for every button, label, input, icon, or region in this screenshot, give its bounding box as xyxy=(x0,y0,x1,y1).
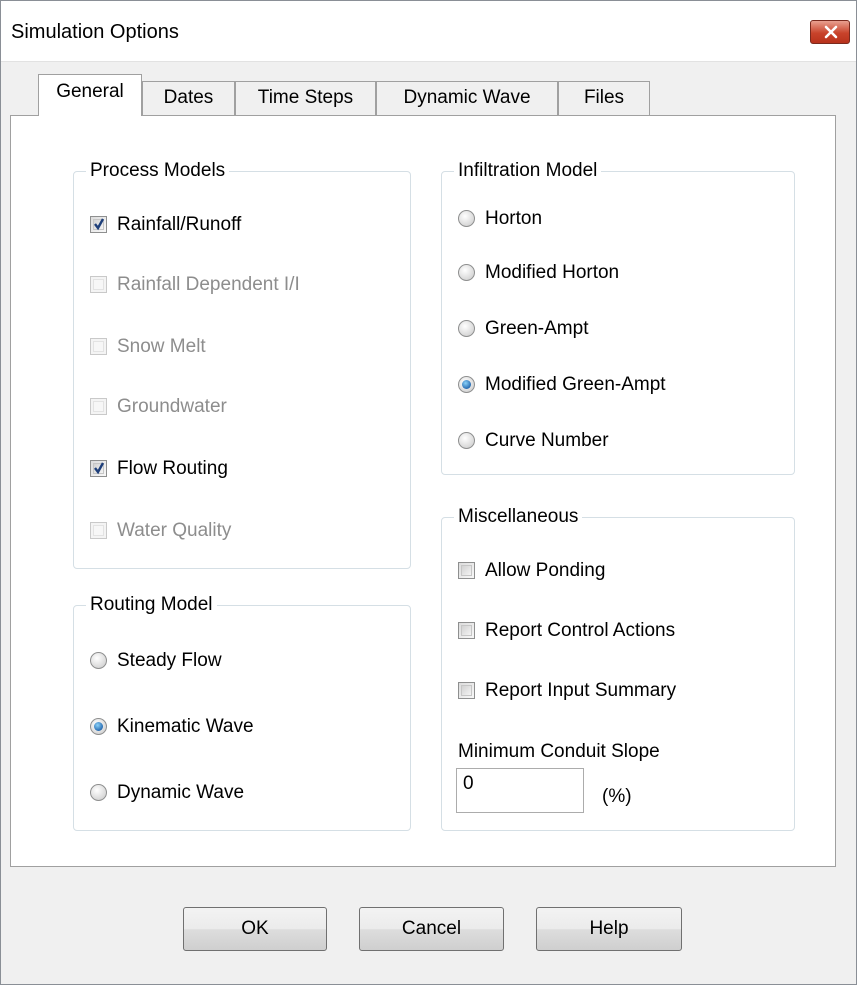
tab-label: Dynamic Wave xyxy=(403,87,531,108)
checkbox-box xyxy=(458,622,475,639)
radio-label: Green-Ampt xyxy=(485,318,589,339)
radio-label: Steady Flow xyxy=(117,650,222,671)
tab-label: Time Steps xyxy=(257,87,354,108)
checkbox-box xyxy=(90,398,107,415)
group-title: Infiltration Model xyxy=(454,159,602,183)
radio-button xyxy=(90,718,107,735)
checkbox-label: Snow Melt xyxy=(117,336,206,357)
group-title: Routing Model xyxy=(86,593,217,617)
title-bar[interactable]: Simulation Options xyxy=(1,1,856,62)
radio-label: Dynamic Wave xyxy=(117,782,245,803)
tab-dynamic-wave[interactable]: Dynamic Wave xyxy=(376,81,558,116)
group-title: Process Models xyxy=(86,159,230,183)
checkbox-label: Water Quality xyxy=(117,520,232,541)
radio-label: Modified Horton xyxy=(485,262,620,283)
radio-button xyxy=(458,264,475,281)
cancel-button-label: Cancel xyxy=(401,918,462,939)
tab-files[interactable]: Files xyxy=(558,81,650,116)
group-title: Miscellaneous xyxy=(454,505,583,529)
tab-label: Files xyxy=(583,87,625,108)
checkbox-box xyxy=(90,460,107,477)
radio-label: Curve Number xyxy=(485,430,609,451)
checkbox-box xyxy=(90,522,107,539)
checkbox-label: Report Input Summary xyxy=(485,680,677,701)
ok-button[interactable]: OK xyxy=(183,907,327,951)
tab-time-steps[interactable]: Time Steps xyxy=(235,81,376,116)
checkbox-box xyxy=(458,682,475,699)
tab-general[interactable]: General xyxy=(38,74,142,116)
checkbox-box xyxy=(458,562,475,579)
checkbox-label: Groundwater xyxy=(117,396,227,417)
close-button[interactable] xyxy=(810,20,850,44)
min-conduit-slope-input[interactable] xyxy=(456,768,584,813)
cancel-button[interactable]: Cancel xyxy=(359,907,504,951)
tab-label: Dates xyxy=(163,87,214,108)
radio-button xyxy=(458,376,475,393)
radio-label: Horton xyxy=(485,208,543,229)
checkmark-icon xyxy=(94,462,105,475)
tab-label: General xyxy=(56,81,124,102)
checkbox-label: Report Control Actions xyxy=(485,620,676,641)
radio-button xyxy=(90,784,107,801)
min-conduit-slope-label: Minimum Conduit Slope xyxy=(458,741,660,762)
checkbox-box xyxy=(90,216,107,233)
checkmark-icon xyxy=(94,218,105,231)
radio-button xyxy=(458,320,475,337)
radio-label: Modified Green-Ampt xyxy=(485,374,666,395)
tab-dates[interactable]: Dates xyxy=(142,81,235,116)
radio-button xyxy=(458,210,475,227)
checkbox-box xyxy=(90,338,107,355)
radio-button xyxy=(90,652,107,669)
checkbox-box xyxy=(90,276,107,293)
radio-button xyxy=(458,432,475,449)
checkbox-label: Rainfall/Runoff xyxy=(117,214,242,235)
simulation-options-dialog: Simulation Options General Dates Time St… xyxy=(0,0,857,985)
checkbox-label: Allow Ponding xyxy=(485,560,606,581)
help-button-label: Help xyxy=(589,918,629,939)
checkbox-label: Rainfall Dependent I/I xyxy=(117,274,300,295)
help-button[interactable]: Help xyxy=(536,907,682,951)
checkbox-label: Flow Routing xyxy=(117,458,228,479)
radio-label: Kinematic Wave xyxy=(117,716,254,737)
percent-unit-label: (%) xyxy=(602,786,632,807)
close-icon xyxy=(824,25,838,39)
window-title: Simulation Options xyxy=(11,21,179,43)
ok-button-label: OK xyxy=(241,918,269,939)
